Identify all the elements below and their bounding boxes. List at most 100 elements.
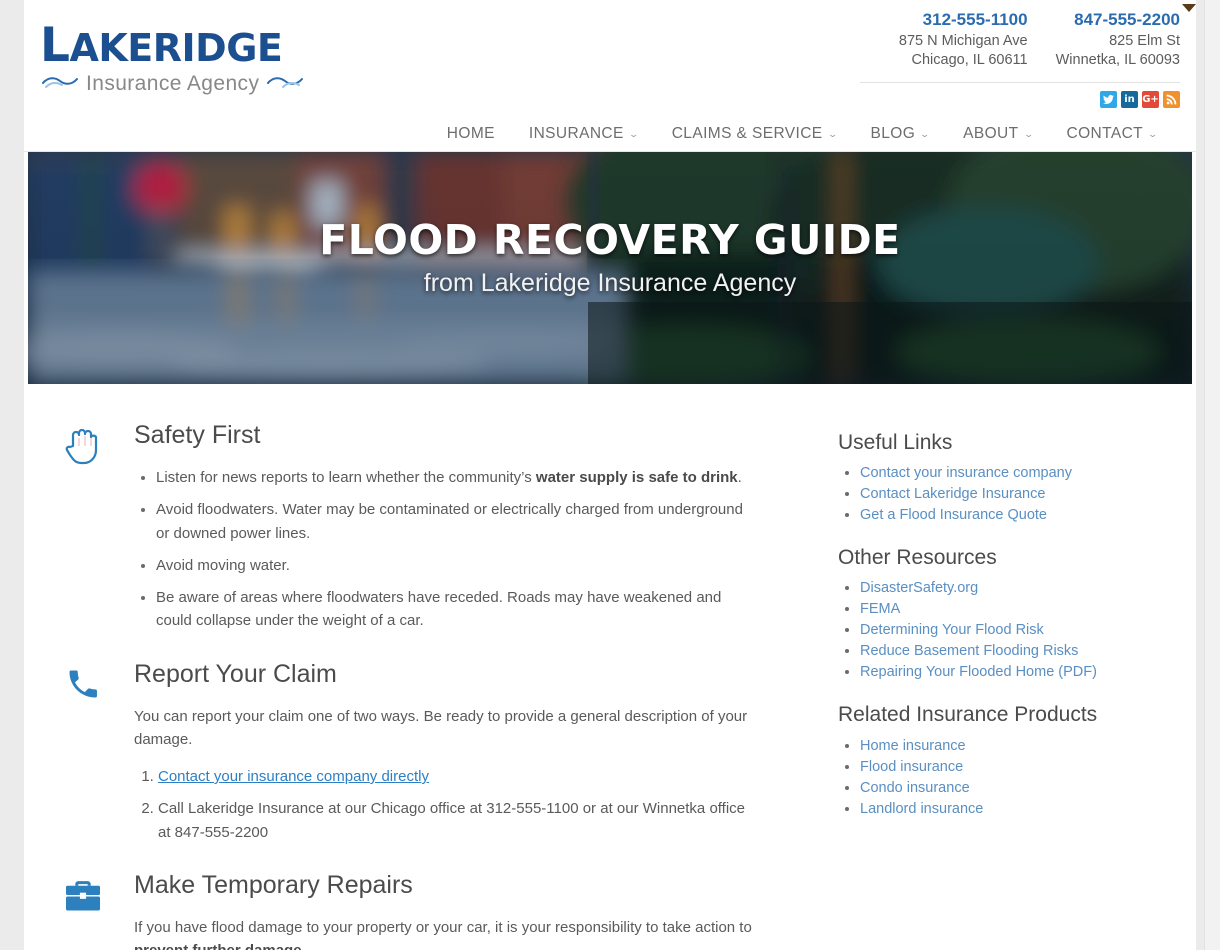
list-item: Home insurance (860, 736, 1178, 756)
nav-label: INSURANCE (528, 125, 624, 142)
nav-item-about[interactable]: ABOUT ⌄ (946, 125, 1049, 143)
logo-tagline-row: Insurance Agency (42, 72, 340, 96)
nav-label: CONTACT (1066, 125, 1144, 142)
nav-item-claims-service[interactable]: CLAIMS & SERVICE ⌄ (655, 125, 854, 143)
list-item: Flood insurance (860, 757, 1178, 777)
list-item: Contact your insurance company directly (158, 765, 752, 788)
list-item: Contact your insurance company (860, 463, 1178, 483)
sidebar-column: Useful Links Contact your insurance comp… (752, 420, 1178, 950)
nav-item-home[interactable]: HOME (430, 125, 512, 143)
sidebar-link[interactable]: FEMA (860, 601, 900, 617)
sidebar-link[interactable]: Repairing Your Flooded Home (PDF) (860, 664, 1097, 680)
site-logo[interactable]: LAKERIDGE Insurance Agency (40, 22, 340, 96)
sidebar-list-related-products: Home insurance Flood insurance Condo ins… (838, 736, 1178, 819)
bullet-text: Avoid moving water. (156, 556, 290, 574)
sidebar-list-useful-links: Contact your insurance company Contact L… (838, 463, 1178, 525)
office-phone[interactable]: 847-555-2200 (1056, 8, 1180, 32)
chevron-down-icon: ⌄ (826, 128, 839, 139)
scroll-indicator-caret-icon[interactable] (1182, 4, 1196, 12)
bullet-bold: water supply is safe to drink (535, 469, 738, 486)
contact-insurer-link[interactable]: Contact your insurance company directly (158, 768, 429, 785)
sidebar-link[interactable]: Contact your insurance company (860, 465, 1072, 481)
googleplus-icon[interactable]: G+ (1142, 91, 1159, 108)
wave-right-icon (267, 74, 304, 95)
list-item: Condo insurance (860, 778, 1178, 798)
chevron-down-icon: ⌄ (919, 128, 931, 139)
section-body: Make Temporary Repairs If you have flood… (52, 870, 752, 950)
office-winnetka: 847-555-2200 825 Elm St Winnetka, IL 600… (1056, 8, 1180, 70)
list-item: FEMA (860, 599, 1178, 619)
sidebar-link[interactable]: Reduce Basement Flooding Risks (860, 643, 1078, 659)
site-container: LAKERIDGE Insurance Agency 312-555-1100 … (24, 0, 1196, 950)
header-contact-block: 312-555-1100 875 N Michigan Ave Chicago,… (860, 8, 1180, 108)
section-temporary-repairs: Make Temporary Repairs If you have flood… (52, 870, 752, 950)
page-scrollbar[interactable] (1204, 0, 1220, 950)
chevron-down-icon: ⌄ (1022, 128, 1035, 139)
bullet-post: . (737, 469, 742, 486)
intro-bold: prevent further damage (134, 942, 302, 950)
intro-post: . (302, 942, 306, 950)
list-item: Avoid moving water. (156, 554, 752, 577)
list-item: Repairing Your Flooded Home (PDF) (860, 662, 1178, 682)
sidebar-link[interactable]: Landlord insurance (860, 801, 983, 817)
section-title: Make Temporary Repairs (134, 870, 413, 899)
sidebar-link[interactable]: Determining Your Flood Risk (860, 622, 1044, 638)
chevron-down-icon: ⌄ (628, 128, 640, 139)
nav-label: BLOG (870, 125, 916, 142)
office-phone[interactable]: 312-555-1100 (899, 8, 1028, 32)
bullet-text: Listen for news reports to learn whether… (156, 469, 536, 486)
sidebar-link[interactable]: Condo insurance (860, 780, 970, 796)
googleplus-glyph: G+ (1142, 93, 1159, 105)
logo-word-rest: AKERIDGE (69, 26, 283, 70)
list-item: Call Lakeridge Insurance at our Chicago … (158, 797, 752, 844)
office-city: Winnetka, IL 60093 (1055, 52, 1180, 68)
sidebar-link[interactable]: DisasterSafety.org (860, 580, 978, 596)
main-column: Safety First Listen for news reports to … (42, 420, 752, 950)
office-chicago: 312-555-1100 875 N Michigan Ave Chicago,… (899, 8, 1028, 70)
sidebar-list-other-resources: DisasterSafety.org FEMA Determining Your… (838, 578, 1178, 682)
nav-item-blog[interactable]: BLOG ⌄ (854, 125, 947, 143)
section-title: Safety First (134, 421, 261, 449)
list-item: Contact Lakeridge Insurance (860, 484, 1178, 504)
hand-stop-icon (60, 422, 106, 468)
office-street: 825 Elm St (1109, 33, 1180, 49)
logo-word-letter: L (40, 18, 70, 73)
section-intro: You can report your claim one of two way… (134, 707, 748, 748)
list-item: Avoid floodwaters. Water may be contamin… (156, 498, 752, 545)
linkedin-icon[interactable]: in (1121, 91, 1138, 108)
intro-pre: If you have flood damage to your propert… (134, 918, 752, 936)
list-item: Get a Flood Insurance Quote (860, 505, 1178, 525)
list-item: Listen for news reports to learn whether… (156, 466, 752, 489)
list-item: Be aware of areas where floodwaters have… (156, 586, 752, 633)
sidebar-heading-related-products: Related Insurance Products (838, 703, 1098, 727)
linkedin-glyph: in (1124, 93, 1135, 105)
sidebar-link[interactable]: Flood insurance (860, 759, 963, 775)
list-item: Reduce Basement Flooding Risks (860, 641, 1178, 661)
nav-label: CLAIMS & SERVICE (671, 125, 823, 142)
claim-steps-list: Contact your insurance company directly … (134, 765, 752, 844)
sidebar-link[interactable]: Contact Lakeridge Insurance (860, 486, 1045, 502)
main-navigation: HOME INSURANCE ⌄ CLAIMS & SERVICE ⌄ BLOG… (24, 117, 1196, 151)
section-title: Report Your Claim (134, 659, 337, 688)
twitter-icon[interactable] (1100, 91, 1117, 108)
hero-title: FLOOD RECOVERY GUIDE (319, 216, 901, 264)
sidebar-heading-other-resources: Other Resources (838, 546, 997, 570)
section-intro: If you have flood damage to your propert… (134, 916, 752, 950)
briefcase-icon (60, 872, 106, 918)
rss-icon[interactable] (1163, 91, 1180, 108)
nav-label: HOME (446, 125, 495, 142)
office-city: Chicago, IL 60611 (911, 52, 1028, 68)
sidebar-link[interactable]: Get a Flood Insurance Quote (860, 507, 1047, 523)
page-content: Safety First Listen for news reports to … (24, 384, 1196, 950)
section-body: Report Your Claim You can report your cl… (52, 659, 752, 844)
list-item: DisasterSafety.org (860, 578, 1178, 598)
sidebar-link[interactable]: Home insurance (860, 738, 966, 754)
wave-left-icon (42, 74, 78, 95)
safety-bullet-list: Listen for news reports to learn whether… (134, 466, 752, 633)
social-links: in G+ (860, 91, 1180, 108)
nav-item-insurance[interactable]: INSURANCE ⌄ (512, 125, 655, 143)
step-text: Call Lakeridge Insurance at our Chicago … (158, 800, 746, 841)
phone-icon (60, 661, 106, 707)
nav-item-contact[interactable]: CONTACT ⌄ (1049, 125, 1174, 143)
browser-page: LAKERIDGE Insurance Agency 312-555-1100 … (0, 0, 1220, 950)
